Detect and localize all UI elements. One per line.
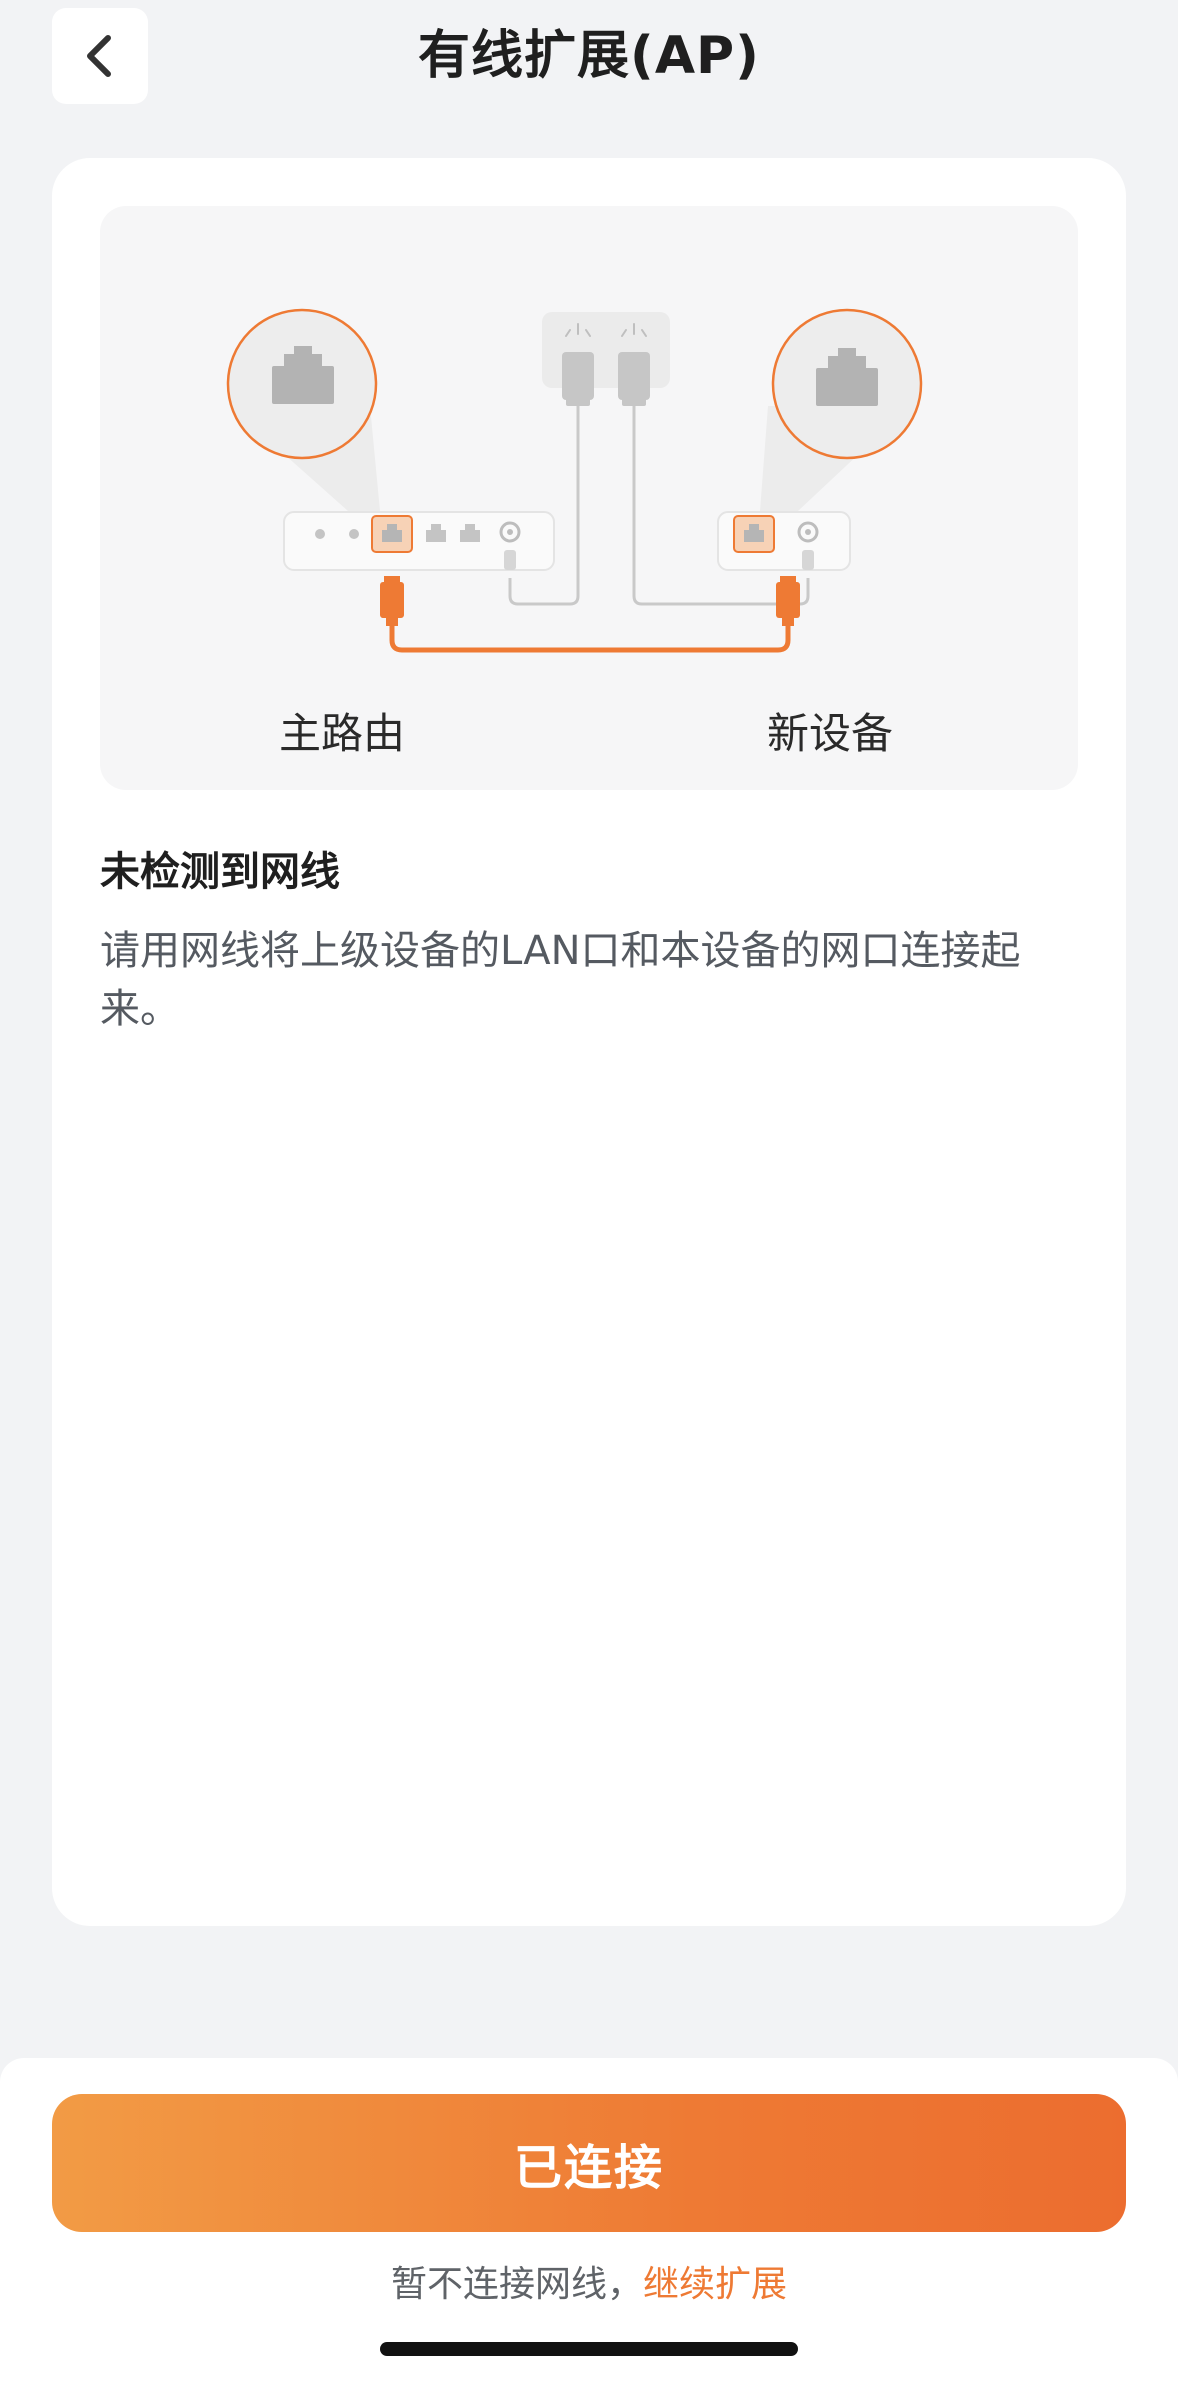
ethernet-cable — [389, 626, 791, 653]
connected-button[interactable]: 已连接 — [52, 2094, 1126, 2232]
main-router-label: 主路由 — [278, 709, 405, 758]
connection-illustration: 主路由 新设备 — [100, 206, 1078, 790]
power-plug-icon — [562, 352, 594, 406]
page: 有线扩展(AP) 主路由 新设备 未检测到网线 请用网线将上级设备的LAN口和本… — [0, 0, 1178, 2386]
power-adapters-panel — [542, 312, 670, 388]
skip-prefix-text: 暂不连接网线， — [390, 2264, 643, 2305]
power-cord-main — [508, 406, 580, 606]
status-title: 未检测到网线 — [100, 849, 340, 895]
content-card: 主路由 新设备 未检测到网线 请用网线将上级设备的LAN口和本设备的网口连接起来… — [52, 158, 1126, 1926]
home-indicator — [380, 2342, 798, 2356]
skip-connection-line: 暂不连接网线，继续扩展 — [0, 2260, 1178, 2310]
page-title: 有线扩展(AP) — [418, 26, 760, 86]
wiring-diagram — [226, 308, 923, 653]
ethernet-plug-icon — [380, 576, 404, 626]
bottom-action-panel: 已连接 暂不连接网线，继续扩展 — [0, 2058, 1178, 2386]
ethernet-plug-icon — [776, 576, 800, 626]
power-plug-icon — [618, 352, 650, 406]
status-description: 请用网线将上级设备的LAN口和本设备的网口连接起来。 — [100, 928, 1021, 1032]
new-device-label: 新设备 — [766, 709, 893, 758]
continue-extend-link[interactable]: 继续扩展 — [643, 2264, 787, 2305]
